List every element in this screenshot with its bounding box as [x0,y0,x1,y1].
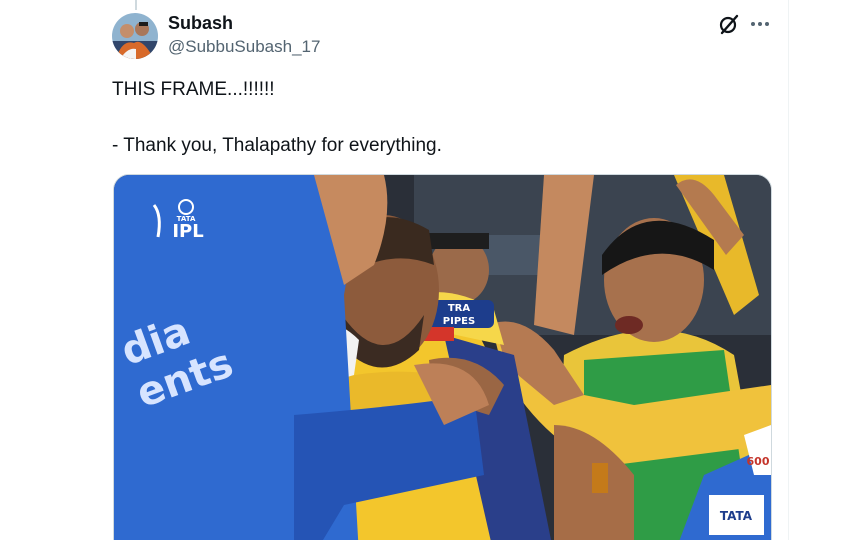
tweet-view: Subash @SubbuSubash_17 THIS FRAME...!!!!… [0,0,864,540]
sleeve-logo-text: TATA [720,509,753,523]
thread-connector-line [135,0,137,10]
avatar[interactable] [112,13,158,59]
grok-icon[interactable] [718,13,740,35]
tweet-line-1: THIS FRAME...!!!!!! [112,79,275,100]
tweet-media-image[interactable]: TRA PIPES TATA IPL dia ents TATA 600 [113,174,772,540]
display-name[interactable]: Subash [168,13,233,34]
user-handle[interactable]: @SubbuSubash_17 [168,37,320,57]
badge-text-bottom: PIPES [443,316,475,327]
logo-ipl-text: IPL [172,221,203,242]
column-divider [788,0,789,540]
badge-text-top: TRA [448,303,471,314]
sleeve-number-text: 600 [747,455,770,468]
tweet-line-2: - Thank you, Thalapathy for everything. [112,135,442,156]
tweet-line-gap [112,104,762,132]
more-options-icon[interactable] [748,13,772,35]
avatar-photo-icon [112,13,158,59]
celebration-photo: TRA PIPES TATA IPL dia ents TATA 600 [114,175,771,540]
tweet-text: THIS FRAME...!!!!!! - Thank you, Thalapa… [112,76,762,160]
